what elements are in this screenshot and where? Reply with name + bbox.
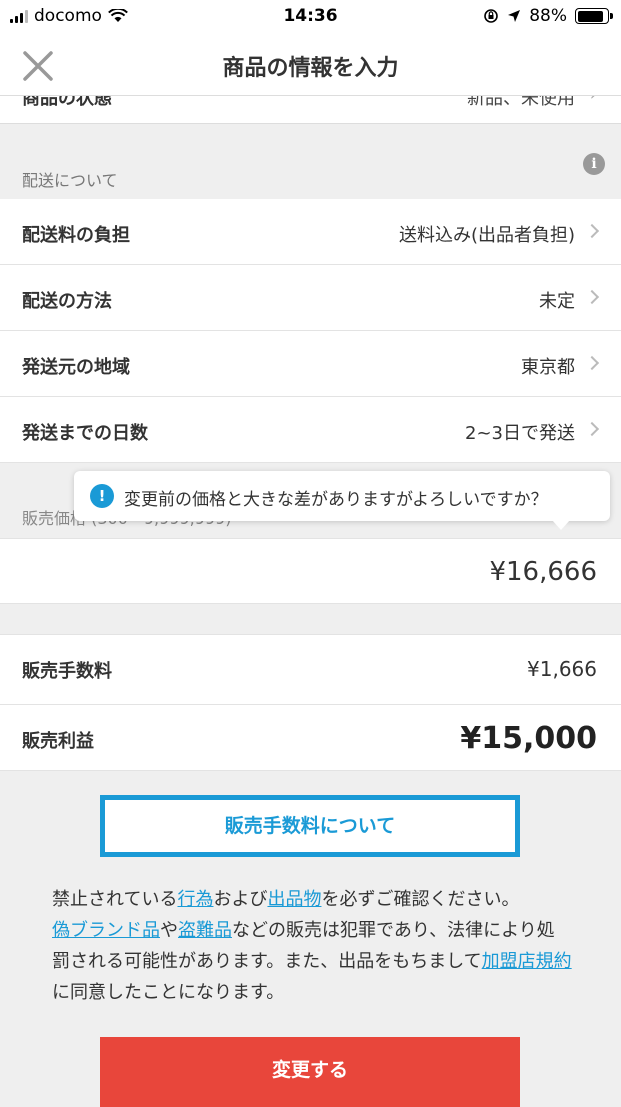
- shipping-method-value: 未定: [539, 291, 575, 312]
- prohibited-items-link[interactable]: 出品物: [267, 889, 321, 910]
- battery-level: [577, 10, 604, 22]
- merchant-terms-link[interactable]: 加盟店規約: [482, 951, 572, 972]
- fee-label: 販売手数料: [22, 661, 112, 682]
- fee-row: 販売手数料 ¥1,666: [0, 634, 621, 705]
- shipping-method-label: 配送の方法: [22, 291, 112, 312]
- counterfeit-link[interactable]: 偽ブランド品: [52, 920, 160, 941]
- ship-days-value: 2~3日で発送: [465, 423, 575, 444]
- chevron-right-icon: [584, 223, 600, 239]
- nav-bar: 商品の情報を入力: [0, 34, 621, 96]
- battery-icon: [575, 8, 613, 24]
- tooltip-text: 変更前の価格と大きな差がありますがよろしいですか？: [124, 490, 548, 510]
- notice-text: に同意したことになります。: [52, 982, 285, 1003]
- shipping-fee-row[interactable]: 配送料の負担 送料込み(出品者負担): [0, 199, 621, 265]
- prohibited-items-notice: 禁止されている行為および出品物を必ずご確認ください。 偽ブランド品や盗難品などの販…: [52, 884, 572, 1008]
- location-icon: [508, 10, 521, 22]
- ship-days-label: 発送までの日数: [22, 423, 148, 444]
- fee-value: ¥1,666: [527, 657, 597, 681]
- submit-change-button[interactable]: 変更する: [100, 1037, 520, 1107]
- notice-text: を必ずご確認ください。: [321, 889, 520, 910]
- chevron-right-icon: [584, 421, 600, 437]
- notice-text: 禁止されている: [52, 889, 178, 910]
- ship-days-row[interactable]: 発送までの日数 2~3日で発送: [0, 397, 621, 463]
- shipping-section-header: 配送について i: [0, 125, 621, 198]
- condition-row[interactable]: 商品の状態 新品、未使用 ›: [0, 96, 621, 124]
- price-input[interactable]: ¥16,666: [489, 557, 597, 587]
- chevron-right-icon: [584, 289, 600, 305]
- shipping-fee-value: 送料込み(出品者負担): [398, 225, 575, 246]
- prohibited-acts-link[interactable]: 行為: [177, 889, 213, 910]
- profit-value: ¥15,000: [460, 721, 597, 756]
- exclamation-icon: !: [90, 484, 114, 508]
- profit-row: 販売利益 ¥15,000: [0, 705, 621, 771]
- chevron-right-icon: ›: [590, 96, 597, 105]
- status-right: 88%: [483, 6, 613, 26]
- ship-from-row[interactable]: 発送元の地域 東京都: [0, 331, 621, 397]
- notice-text: や: [160, 920, 178, 941]
- info-icon[interactable]: i: [583, 153, 605, 175]
- condition-value: 新品、未使用: [467, 96, 575, 109]
- ship-from-value: 東京都: [521, 357, 575, 378]
- page-title: 商品の情報を入力: [222, 56, 399, 81]
- chevron-right-icon: [584, 355, 600, 371]
- profit-label: 販売利益: [22, 731, 94, 752]
- condition-label: 商品の状態: [22, 96, 112, 109]
- stolen-goods-link[interactable]: 盗難品: [178, 920, 232, 941]
- battery-percent: 88%: [529, 6, 567, 26]
- status-bar: docomo 14:36 88%: [0, 0, 621, 34]
- price-warning-tooltip: ! 変更前の価格と大きな差がありますがよろしいですか？: [74, 471, 610, 530]
- shipping-method-row[interactable]: 配送の方法 未定: [0, 265, 621, 331]
- rotation-lock-icon: [484, 9, 499, 23]
- price-input-row[interactable]: ¥16,666: [0, 538, 621, 604]
- shipping-fee-label: 配送料の負担: [22, 225, 130, 246]
- notice-text: および: [213, 889, 268, 910]
- ship-from-label: 発送元の地域: [22, 357, 130, 378]
- shipping-section-label: 配送について: [22, 171, 118, 190]
- fee-info-button[interactable]: 販売手数料について: [100, 795, 520, 857]
